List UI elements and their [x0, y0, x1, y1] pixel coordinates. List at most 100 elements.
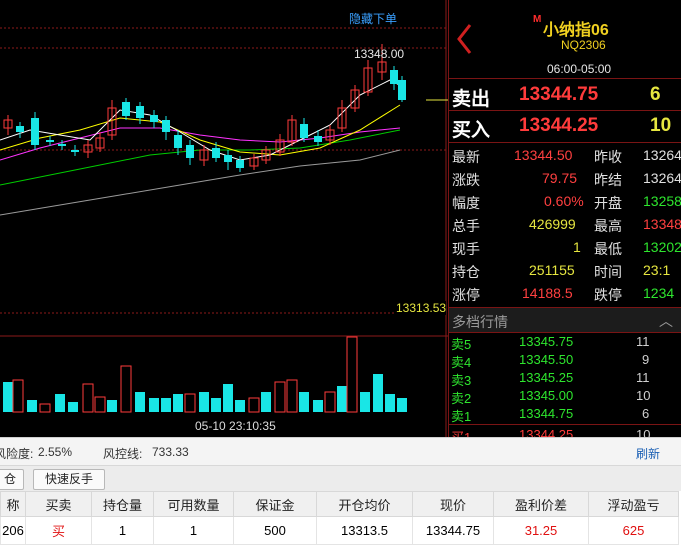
contract-name: 小纳指06	[543, 22, 609, 39]
buy-row[interactable]: 买入 13344.25 10	[449, 111, 681, 141]
volume-bar	[299, 392, 309, 412]
table-cell: 500	[233, 516, 317, 545]
quote-label: 幅度	[452, 195, 480, 211]
volume-bar	[68, 402, 78, 412]
position-toolbar: 仓 快速反手	[0, 465, 681, 492]
quote-label: 开盘	[594, 195, 622, 211]
candle-body	[122, 102, 130, 116]
column-header[interactable]: 买卖	[25, 491, 92, 517]
table-cell: 31.25	[493, 516, 589, 545]
volume-bar	[385, 394, 395, 412]
order-book-row[interactable]: 买1 13344.25 10	[449, 426, 681, 437]
depth-price: 13345.50	[519, 352, 574, 367]
positions-table: 称 买卖 持仓量 可用数量 保证金 开仓均价 现价 盈利价差 浮动盈亏 206 …	[0, 491, 681, 545]
volume-bar	[184, 393, 196, 413]
chevron-up-icon: ︿	[659, 313, 673, 329]
volume-bar	[3, 382, 13, 412]
quote-label: 时间	[594, 264, 622, 280]
quote-value: 14188.5	[522, 285, 573, 301]
candle-body	[300, 124, 308, 138]
account-status-bar: 风险度: 2.55% 风控线: 733.33 刷新	[0, 437, 681, 466]
table-cell: 13344.75	[412, 516, 494, 545]
order-book-row[interactable]: 卖1 13344.75 6	[449, 405, 681, 424]
quote-row-open-interest: 持仓 251155 时间 23:1	[449, 259, 681, 282]
order-book-row[interactable]: 卖4 13345.50 9	[449, 351, 681, 370]
quote-value: 251155	[529, 262, 575, 278]
sell-row[interactable]: 卖出 13344.75 6	[449, 80, 681, 110]
candle-body	[162, 120, 170, 132]
candle-body	[150, 115, 158, 122]
order-book-row[interactable]: 卖5 13345.75 11	[449, 333, 681, 352]
candle-body	[16, 126, 24, 132]
volume-bar	[82, 383, 94, 413]
quote-row-total-volume: 总手 426999 最高 13348	[449, 213, 681, 236]
quote-value: 0.60%	[544, 193, 584, 209]
table-header-row: 称 买卖 持仓量 可用数量 保证金 开仓均价 现价 盈利价差 浮动盈亏	[0, 491, 679, 517]
risk-value: 2.55%	[38, 445, 73, 459]
quick-reverse-button[interactable]: 快速反手	[33, 469, 105, 490]
table-row[interactable]: 206 买 1 1 500 13313.5 13344.75 31.25 625	[0, 516, 679, 545]
table-cell: 1	[153, 516, 234, 545]
hide-order-link[interactable]: 隐藏下单	[349, 10, 397, 27]
volume-bar	[107, 400, 117, 412]
quote-row-latest: 最新 13344.50 昨收 13264	[449, 144, 681, 167]
column-header[interactable]: 现价	[412, 491, 494, 517]
volume-bar	[346, 336, 358, 413]
depth-qty: 6	[642, 406, 650, 421]
volume-bars	[3, 336, 407, 413]
moving-average-line	[0, 104, 401, 156]
sell-label: 卖出	[452, 89, 491, 110]
candle-body	[224, 155, 232, 162]
column-header[interactable]: 称	[0, 491, 26, 517]
column-header[interactable]: 浮动盈亏	[588, 491, 679, 517]
column-header[interactable]: 保证金	[233, 491, 317, 517]
candle-body	[212, 148, 220, 158]
moving-average-line	[0, 79, 406, 161]
table-cell: 买	[25, 516, 92, 545]
depth-qty: 11	[636, 334, 650, 349]
depth-qty: 10	[636, 388, 651, 403]
risk-label: 风险度:	[0, 447, 34, 461]
column-header[interactable]: 可用数量	[153, 491, 234, 517]
divider	[449, 424, 681, 425]
candle-body	[390, 70, 398, 84]
kline-chart[interactable]: 隐藏下单 13348.00 13313.53 05-10 23:10:35	[0, 0, 448, 437]
volume-bar	[397, 398, 407, 412]
order-book-row[interactable]: 卖2 13345.00 10	[449, 387, 681, 406]
depth-price: 13345.00	[519, 388, 574, 403]
quote-label: 昨结	[594, 172, 622, 188]
order-book: 卖5 13345.75 11 卖4 13345.50 9 卖3 13345.25…	[449, 333, 681, 437]
volume-bar	[313, 400, 323, 412]
high-price-label: 13348.00	[354, 47, 405, 61]
buy-volume: 10	[650, 115, 672, 136]
volume-bar	[27, 400, 37, 412]
volume-bar	[286, 379, 298, 413]
table-cell: 1	[91, 516, 154, 545]
close-position-button[interactable]: 仓	[0, 469, 24, 490]
quote-row-limit: 涨停 14188.5 跌停 1234	[449, 282, 681, 305]
depth-qty: 10	[636, 427, 651, 437]
column-header[interactable]: 开仓均价	[316, 491, 413, 517]
order-book-row[interactable]: 卖3 13345.25 11	[449, 369, 681, 388]
contract-code: NQ2306	[561, 38, 606, 52]
depth-price: 13344.75	[519, 406, 574, 421]
sell-volume: 6	[650, 84, 661, 105]
quote-value: 13264	[643, 170, 681, 186]
column-header[interactable]: 盈利价差	[493, 491, 589, 517]
moving-average-lines	[0, 79, 406, 216]
quote-label: 涨停	[452, 287, 480, 303]
volume-bar	[211, 398, 221, 412]
back-arrow-icon[interactable]	[455, 22, 473, 56]
candle-body	[174, 135, 182, 148]
volume-bar	[337, 386, 347, 412]
quote-value: 13348	[643, 216, 681, 232]
quote-label: 持仓	[452, 264, 480, 280]
candle-body	[71, 150, 79, 152]
column-header[interactable]: 持仓量	[91, 491, 154, 517]
depth-price: 13345.25	[519, 370, 574, 385]
depth-header[interactable]: 多档行情 ︿	[449, 307, 681, 333]
depth-side: 买1	[451, 427, 471, 437]
candle-body	[136, 106, 144, 118]
refresh-link[interactable]: 刷新	[636, 445, 660, 462]
divider	[449, 142, 681, 143]
